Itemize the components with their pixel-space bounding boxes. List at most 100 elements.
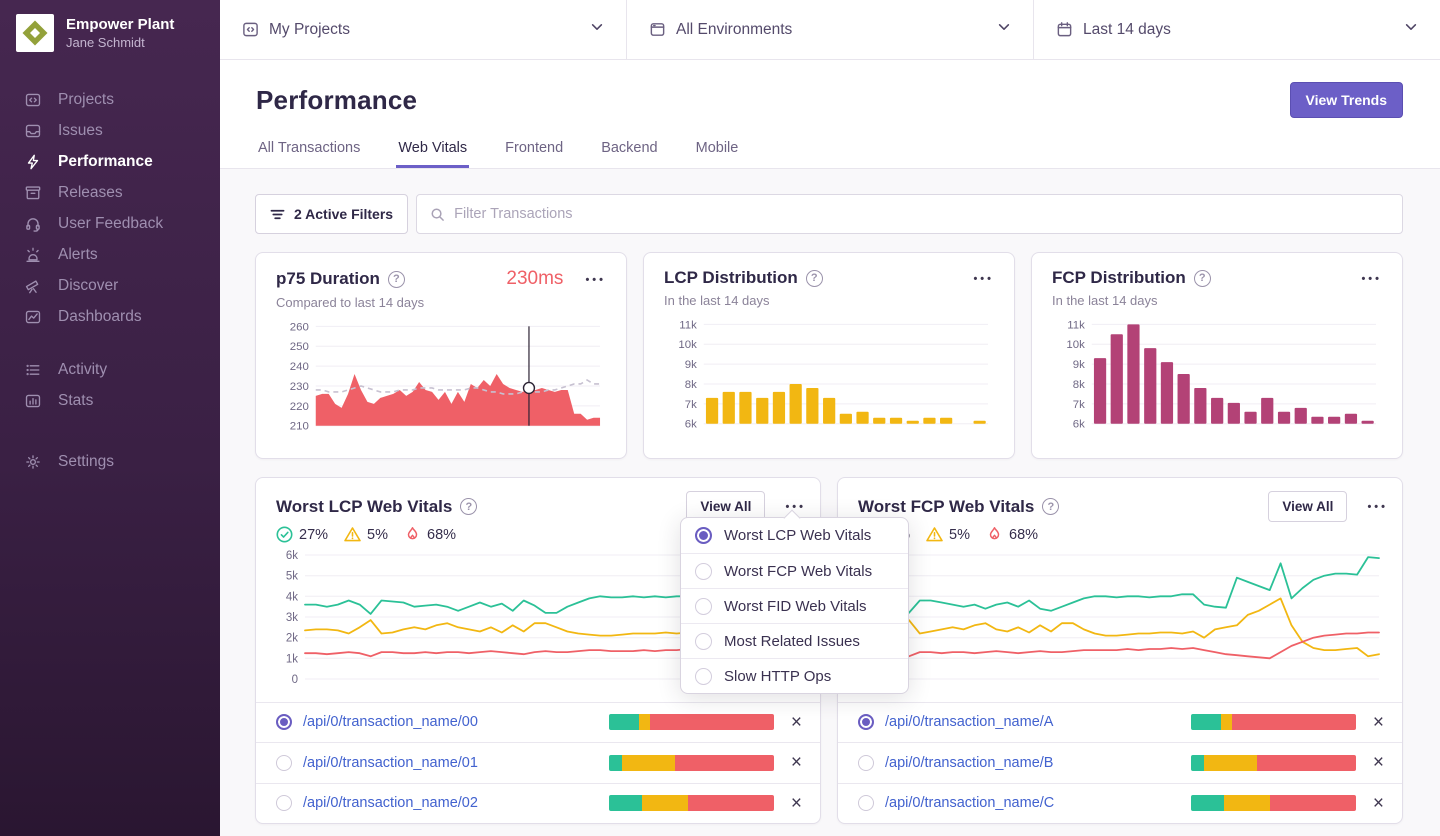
- tab-backend[interactable]: Backend: [599, 140, 659, 168]
- svg-text:1k: 1k: [286, 653, 298, 665]
- content: 2 Active Filters p75 Duration ? 230ms ••…: [220, 169, 1440, 836]
- radio-icon[interactable]: [695, 632, 712, 650]
- dropdown-item-most-related-issues[interactable]: Most Related Issues: [681, 623, 908, 658]
- help-icon[interactable]: ?: [1042, 498, 1060, 515]
- activity-icon: [24, 361, 42, 379]
- radio-icon[interactable]: [276, 795, 292, 812]
- flame-icon: [989, 527, 1000, 540]
- active-filters-button[interactable]: 2 Active Filters: [255, 194, 409, 234]
- transaction-link[interactable]: /api/0/transaction_name/A: [885, 714, 1053, 730]
- sidebar-item-projects[interactable]: Projects: [24, 84, 220, 115]
- help-icon[interactable]: ?: [387, 270, 405, 288]
- tab-web-vitals[interactable]: Web Vitals: [396, 140, 469, 168]
- tab-frontend[interactable]: Frontend: [503, 140, 565, 168]
- sidebar-item-user-feedback[interactable]: User Feedback: [24, 208, 220, 239]
- vitals-distribution-bar[interactable]: [608, 795, 774, 812]
- transaction-list: /api/0/transaction_name/A × /api/0/transac…: [838, 701, 1402, 824]
- radio-icon[interactable]: [858, 754, 874, 771]
- page-header: Performance View Trends All Transactions…: [220, 60, 1440, 169]
- card-title: p75 Duration: [276, 269, 380, 288]
- radio-icon[interactable]: [858, 795, 874, 812]
- environment-selector[interactable]: All Environments: [627, 0, 1034, 59]
- search-input[interactable]: [454, 206, 1389, 222]
- more-options-icon[interactable]: •••: [1367, 500, 1388, 513]
- close-icon[interactable]: ×: [1373, 753, 1384, 772]
- vitals-distribution-bar[interactable]: [1190, 754, 1356, 771]
- radio-icon[interactable]: [695, 562, 712, 580]
- sidebar-item-releases[interactable]: Releases: [24, 177, 220, 208]
- sidebar-section: Settings: [24, 446, 220, 477]
- dropdown-item-label: Worst FID Web Vitals: [724, 597, 867, 615]
- close-icon[interactable]: ×: [1373, 713, 1384, 732]
- calendar-icon: [1057, 22, 1072, 37]
- radio-selected-icon[interactable]: [695, 527, 712, 544]
- view-trends-button[interactable]: View Trends: [1289, 82, 1403, 118]
- poor-segment: [650, 714, 774, 731]
- sidebar-item-activity[interactable]: Activity: [24, 354, 220, 385]
- transaction-link[interactable]: /api/0/transaction_name/C: [885, 795, 1054, 811]
- vitals-distribution-bar[interactable]: [1190, 795, 1356, 812]
- close-icon[interactable]: ×: [791, 794, 802, 813]
- vitals-distribution-bar[interactable]: [608, 714, 774, 731]
- date-range-selector[interactable]: Last 14 days: [1034, 0, 1440, 59]
- sidebar: Empower Plant Jane Schmidt Projects Issue…: [0, 0, 220, 836]
- meh-segment: [638, 714, 651, 731]
- transaction-link[interactable]: /api/0/transaction_name/01: [303, 755, 478, 771]
- view-all-button[interactable]: View All: [1268, 491, 1348, 522]
- radio-icon[interactable]: [695, 667, 712, 685]
- sidebar-item-label: Stats: [58, 391, 94, 409]
- transaction-link[interactable]: /api/0/transaction_name/B: [885, 755, 1053, 771]
- vitals-distribution-bar[interactable]: [608, 754, 774, 771]
- dropdown-item-label: Worst LCP Web Vitals: [724, 527, 872, 544]
- radio-selected-icon[interactable]: [276, 714, 292, 731]
- projects-icon: [243, 22, 258, 37]
- search-icon: [431, 208, 444, 221]
- dropdown-item-worst-fcp-web-vitals[interactable]: Worst FCP Web Vitals: [681, 553, 908, 588]
- radio-icon[interactable]: [695, 597, 712, 615]
- sidebar-item-settings[interactable]: Settings: [24, 446, 220, 477]
- transaction-list: /api/0/transaction_name/00 ×/api/0/transa…: [256, 701, 820, 824]
- radio-selected-icon[interactable]: [858, 714, 874, 731]
- help-icon[interactable]: ?: [1193, 269, 1211, 287]
- p75-duration-card: p75 Duration ? 230ms ••• Compared to las…: [255, 252, 627, 459]
- close-icon[interactable]: ×: [791, 713, 802, 732]
- tab-mobile[interactable]: Mobile: [694, 140, 741, 168]
- dropdown-item-slow-http-ops[interactable]: Slow HTTP Ops: [681, 658, 908, 693]
- transaction-row: /api/0/transaction_name/02 ×: [256, 782, 820, 824]
- sidebar-item-performance[interactable]: Performance: [24, 146, 220, 177]
- close-icon[interactable]: ×: [1373, 794, 1384, 813]
- svg-text:7k: 7k: [1073, 399, 1085, 411]
- meh-segment: [1223, 795, 1271, 812]
- filter-icon: [270, 209, 285, 219]
- transaction-search[interactable]: [416, 194, 1403, 234]
- sidebar-item-label: Dashboards: [58, 307, 142, 325]
- sidebar-item-discover[interactable]: Discover: [24, 270, 220, 301]
- help-icon[interactable]: ?: [805, 269, 823, 287]
- more-options-icon[interactable]: •••: [585, 273, 606, 286]
- sidebar-item-dashboards[interactable]: Dashboards: [24, 301, 220, 332]
- good-segment: [608, 795, 642, 812]
- help-icon[interactable]: ?: [460, 498, 478, 515]
- svg-text:8k: 8k: [1073, 379, 1085, 391]
- org-header[interactable]: Empower Plant Jane Schmidt: [0, 14, 220, 52]
- vitals-distribution-bar[interactable]: [1190, 714, 1356, 731]
- project-selector[interactable]: My Projects: [220, 0, 627, 59]
- fcp-bar-chart: 11k 10k 9k 8k 7k 6k: [1066, 319, 1377, 431]
- transaction-link[interactable]: /api/0/transaction_name/00: [303, 714, 478, 730]
- more-options-icon[interactable]: •••: [973, 272, 994, 285]
- sidebar-item-label: Alerts: [58, 245, 98, 263]
- more-options-icon[interactable]: •••: [1361, 272, 1382, 285]
- radio-icon[interactable]: [276, 754, 292, 771]
- flame-icon: [407, 527, 418, 540]
- chevron-down-icon: [997, 20, 1011, 39]
- lcp-bar-chart: 11k 10k 9k 8k 7k 6k: [678, 319, 989, 431]
- dropdown-item-worst-fid-web-vitals[interactable]: Worst FID Web Vitals: [681, 588, 908, 623]
- sidebar-item-alerts[interactable]: Alerts: [24, 239, 220, 270]
- performance-icon: [24, 153, 42, 171]
- svg-text:210: 210: [290, 421, 309, 433]
- transaction-link[interactable]: /api/0/transaction_name/02: [303, 795, 478, 811]
- close-icon[interactable]: ×: [791, 753, 802, 772]
- sidebar-item-issues[interactable]: Issues: [24, 115, 220, 146]
- sidebar-item-stats[interactable]: Stats: [24, 385, 220, 416]
- tab-all-transactions[interactable]: All Transactions: [256, 140, 362, 168]
